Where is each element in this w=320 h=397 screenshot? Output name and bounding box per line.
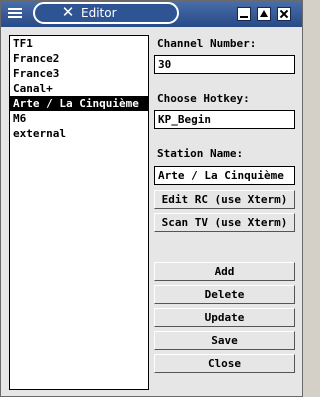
list-item[interactable]: Arte / La Cinquième: [10, 96, 148, 111]
list-item[interactable]: M6: [10, 111, 148, 126]
close-icon[interactable]: [277, 7, 291, 21]
station-name-field[interactable]: Arte / La Cinquième: [154, 166, 295, 185]
maximize-icon[interactable]: [257, 7, 271, 21]
hotkey-label: Choose Hotkey:: [157, 92, 250, 105]
station-name-label: Station Name:: [157, 147, 244, 160]
window-menu-icon[interactable]: [5, 5, 25, 21]
update-button[interactable]: Update: [154, 308, 295, 327]
x-logo-icon: ✕: [61, 3, 75, 21]
edit-rc-button[interactable]: Edit RC (use Xterm): [154, 190, 295, 209]
channel-number-label: Channel Number:: [157, 37, 257, 50]
window-title: Editor: [81, 6, 117, 20]
editor-window: ✕ Editor TF1 France2 France3 Canal+ Arte / L…: [0, 0, 303, 397]
title-bar[interactable]: ✕ Editor: [1, 1, 302, 27]
add-button[interactable]: Add: [154, 262, 295, 281]
list-item[interactable]: France2: [10, 51, 148, 66]
list-item[interactable]: TF1: [10, 36, 148, 51]
save-button[interactable]: Save: [154, 331, 295, 350]
hotkey-field[interactable]: KP_Begin: [154, 110, 295, 129]
close-button[interactable]: Close: [154, 354, 295, 373]
station-list[interactable]: TF1 France2 France3 Canal+ Arte / La Cinquiè…: [9, 35, 149, 390]
scan-tv-button[interactable]: Scan TV (use Xterm): [154, 213, 295, 232]
channel-number-field[interactable]: 30: [154, 55, 295, 74]
list-item[interactable]: Canal+: [10, 81, 148, 96]
delete-button[interactable]: Delete: [154, 285, 295, 304]
list-item[interactable]: France3: [10, 66, 148, 81]
minimize-icon[interactable]: [237, 7, 251, 21]
list-item[interactable]: external: [10, 126, 148, 141]
